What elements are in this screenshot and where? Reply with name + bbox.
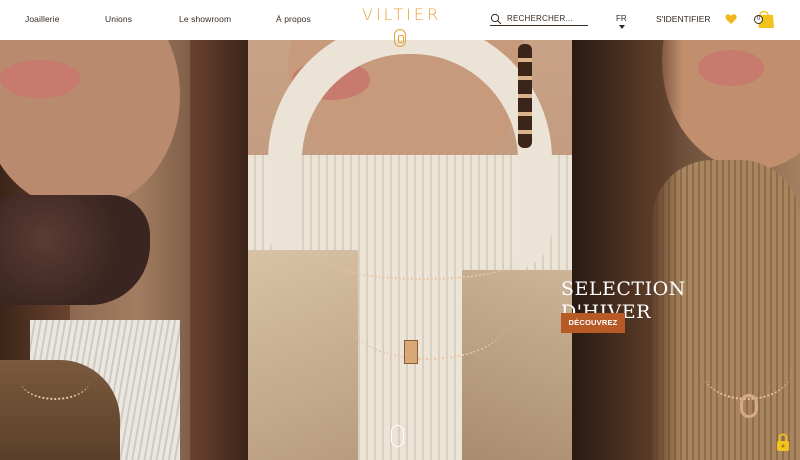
pendant-shape: [404, 340, 418, 364]
necklace-shape: [702, 340, 792, 400]
search-input[interactable]: [507, 12, 587, 24]
hair-shape: [190, 40, 248, 460]
discover-button[interactable]: DÉCOUVREZ: [561, 313, 625, 333]
necklace-shape: [328, 240, 518, 280]
scroll-mouse-icon[interactable]: [391, 425, 404, 447]
search-icon[interactable]: [490, 13, 502, 25]
hero-image-left: [0, 40, 248, 460]
login-link[interactable]: S'IDENTIFIER: [656, 14, 711, 24]
padlock-icon[interactable]: [776, 432, 790, 452]
necklace-shape: [348, 280, 508, 360]
chevron-down-icon[interactable]: [619, 25, 625, 29]
logo-medallion-icon: [394, 29, 406, 47]
hero-image-right: [572, 40, 800, 460]
nav-item-unions[interactable]: Unions: [105, 14, 132, 24]
hood-shape: [268, 40, 552, 270]
language-selector[interactable]: FR: [616, 14, 627, 23]
brand-logo[interactable]: VILTIER: [362, 5, 438, 24]
hero-title-line1: SELECTION: [561, 278, 686, 300]
cart-count-badge: 0: [754, 15, 763, 24]
earring-shape: [518, 44, 532, 148]
scarf-shape: [0, 195, 150, 305]
hero-banner: SELECTION D'HIVER: [0, 40, 800, 460]
search-bar: [490, 12, 588, 26]
necklace-shape: [20, 360, 90, 400]
heart-icon[interactable]: [725, 13, 737, 25]
lips-shape: [0, 60, 80, 98]
hair-shape: [572, 40, 682, 460]
nav-item-joaillerie[interactable]: Joaillerie: [25, 14, 60, 24]
nav-item-showroom[interactable]: Le showroom: [179, 14, 231, 24]
pendant-shape: [740, 394, 758, 418]
hero-image-middle: [248, 40, 572, 460]
nav-item-about[interactable]: À propos: [276, 14, 311, 24]
lips-shape: [698, 50, 764, 86]
coat-shape: [248, 250, 358, 460]
